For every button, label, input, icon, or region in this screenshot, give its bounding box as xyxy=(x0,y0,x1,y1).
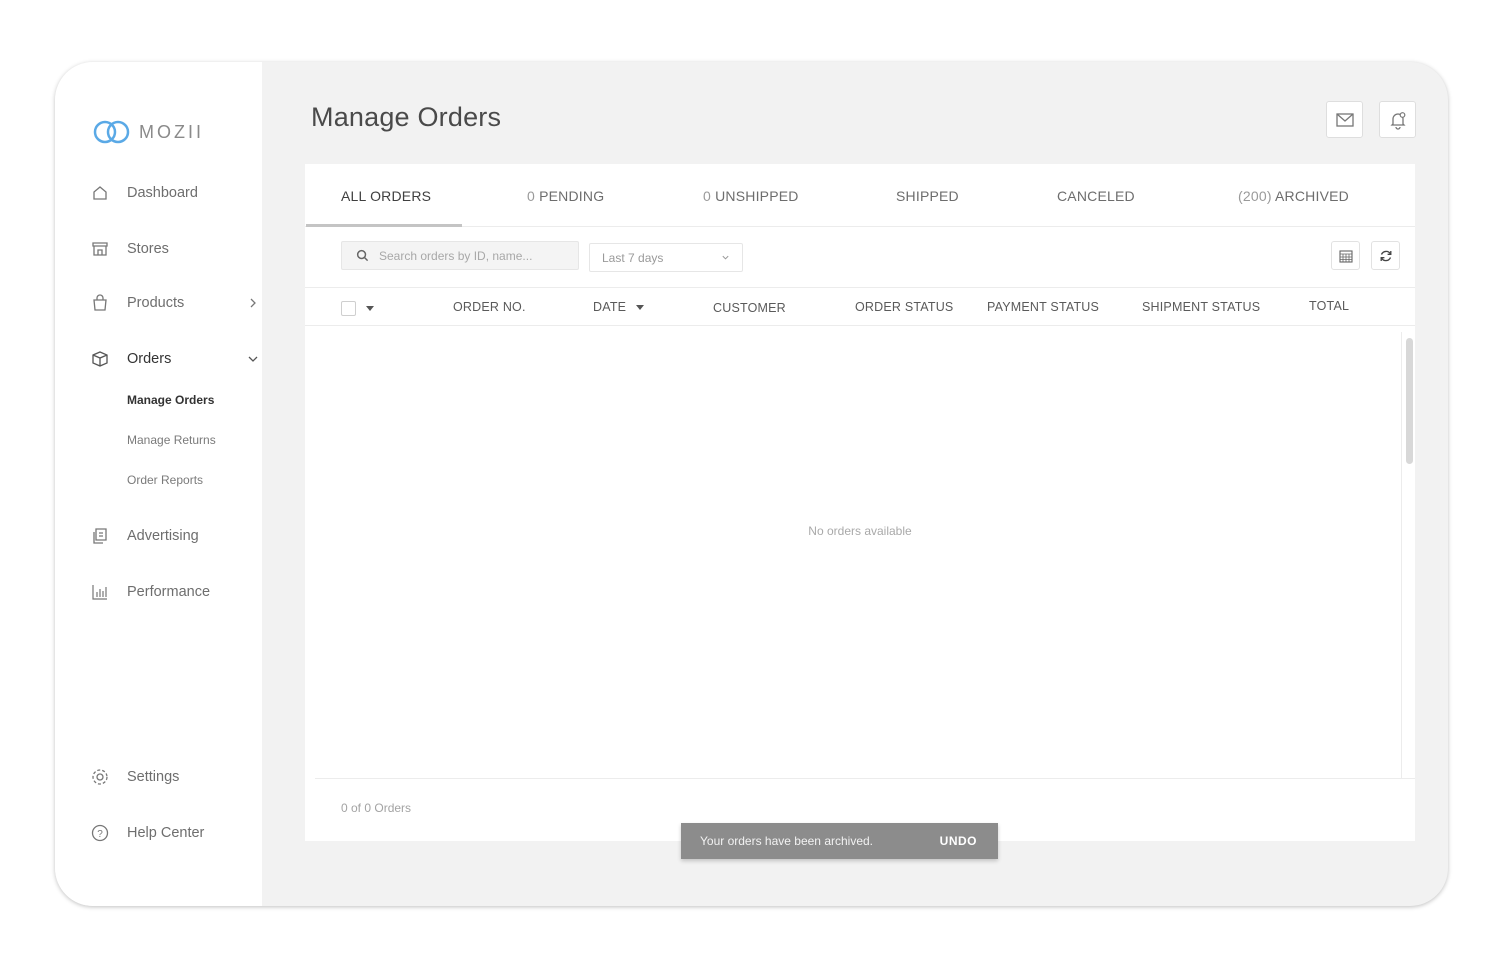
brand-name: MOZII xyxy=(139,121,204,142)
sidebar-item-performance[interactable]: Performance xyxy=(91,580,210,604)
column-order-status[interactable]: ORDER STATUS xyxy=(855,300,953,314)
empty-state-message: No orders available xyxy=(808,524,912,538)
table-header: ORDER NO. DATE CUSTOMER ORDER STATUS PAY… xyxy=(305,287,1415,326)
column-label: DATE xyxy=(593,300,627,314)
svg-text:?: ? xyxy=(97,829,103,840)
divider xyxy=(315,778,1415,779)
bag-icon xyxy=(91,294,109,312)
sidebar-subitem-manage-orders[interactable]: Manage Orders xyxy=(127,393,214,407)
store-icon xyxy=(91,240,109,258)
sidebar-item-label: Help Center xyxy=(127,825,205,841)
chevron-down-icon xyxy=(248,354,258,364)
tab-label: CANCELED xyxy=(1057,188,1135,204)
sidebar-item-products[interactable]: Products xyxy=(91,291,256,315)
column-shipment-status[interactable]: SHIPMENT STATUS xyxy=(1142,300,1260,314)
home-icon xyxy=(91,184,109,202)
bulk-actions-caret-icon[interactable] xyxy=(366,306,374,311)
sidebar-item-label: Settings xyxy=(127,769,180,785)
tab-label: ALL ORDERS xyxy=(341,188,432,204)
sort-desc-icon xyxy=(635,305,644,311)
date-range-value: Last 7 days xyxy=(602,250,664,265)
tab-archived[interactable]: (200) ARCHIVED xyxy=(1238,188,1349,204)
sidebar-item-stores[interactable]: Stores xyxy=(91,237,169,261)
undo-button[interactable]: UNDO xyxy=(940,834,977,848)
order-count: 0 of 0 Orders xyxy=(341,801,412,815)
calendar-icon xyxy=(1338,249,1353,263)
sidebar-item-label: Performance xyxy=(127,584,211,600)
tab-label: SHIPPED xyxy=(896,188,959,204)
date-range-select[interactable]: Last 7 days xyxy=(589,243,743,272)
active-tab-indicator xyxy=(306,224,462,227)
sidebar-item-orders[interactable]: Orders xyxy=(91,347,258,371)
tab-label: ARCHIVED xyxy=(1275,188,1349,204)
sidebar-item-advertising[interactable]: Advertising xyxy=(91,524,199,548)
sidebar-item-label: Orders xyxy=(127,351,172,367)
search-icon xyxy=(356,249,369,262)
select-all-checkbox[interactable] xyxy=(341,301,356,316)
tab-pending[interactable]: 0 PENDING xyxy=(527,188,604,204)
tab-label: PENDING xyxy=(539,188,605,204)
tab-unshipped[interactable]: 0 UNSHIPPED xyxy=(703,188,799,204)
scrollbar-thumb[interactable] xyxy=(1406,338,1413,464)
refresh-button[interactable] xyxy=(1371,241,1400,270)
sidebar: MOZII Dashboard Stores Products Orders M… xyxy=(55,62,262,906)
page-title: Manage Orders xyxy=(311,102,502,132)
archive-toast: Your orders have been archived. UNDO xyxy=(681,823,998,859)
column-total[interactable]: TOTAL xyxy=(1309,299,1349,313)
help-icon: ? xyxy=(91,824,109,842)
orders-panel: ALL ORDERS 0 PENDING 0 UNSHIPPED SHIPPED… xyxy=(305,164,1415,841)
scrollbar[interactable] xyxy=(1401,332,1415,779)
sidebar-subitem-manage-returns[interactable]: Manage Returns xyxy=(127,433,216,447)
box-icon xyxy=(91,350,109,368)
calendar-button[interactable] xyxy=(1331,241,1360,270)
tab-count: 0 xyxy=(527,188,535,204)
sidebar-subitem-order-reports[interactable]: Order Reports xyxy=(127,473,203,487)
toast-message: Your orders have been archived. xyxy=(700,834,874,848)
sidebar-item-help-center[interactable]: ? Help Center xyxy=(91,821,204,845)
sidebar-item-label: Products xyxy=(127,295,185,311)
tab-label: UNSHIPPED xyxy=(715,188,799,204)
column-order-no[interactable]: ORDER NO. xyxy=(453,300,526,314)
tab-count: (200) xyxy=(1238,188,1272,204)
refresh-icon xyxy=(1380,250,1391,261)
sidebar-item-label: Stores xyxy=(127,241,169,257)
column-customer[interactable]: CUSTOMER xyxy=(713,301,786,315)
sidebar-item-label: Dashboard xyxy=(127,185,198,201)
mail-icon xyxy=(1335,112,1354,127)
tab-count: 0 xyxy=(703,188,711,204)
bar-chart-icon xyxy=(91,583,109,601)
sidebar-item-label: Advertising xyxy=(127,528,199,544)
mozii-logo-icon xyxy=(93,120,130,144)
logo[interactable]: MOZII xyxy=(93,119,204,145)
chevron-right-icon xyxy=(248,298,258,308)
copy-icon xyxy=(91,527,109,545)
app-frame: MOZII Dashboard Stores Products Orders M… xyxy=(55,62,1448,906)
notifications-button[interactable] xyxy=(1379,101,1416,138)
order-tabs: ALL ORDERS 0 PENDING 0 UNSHIPPED SHIPPED… xyxy=(305,164,1415,227)
tab-canceled[interactable]: CANCELED xyxy=(1057,188,1135,204)
column-date[interactable]: DATE xyxy=(593,300,644,314)
sidebar-item-dashboard[interactable]: Dashboard xyxy=(91,181,198,205)
tab-all-orders[interactable]: ALL ORDERS xyxy=(341,188,431,204)
tab-shipped[interactable]: SHIPPED xyxy=(896,188,959,204)
sidebar-item-settings[interactable]: Settings xyxy=(91,765,179,789)
column-payment-status[interactable]: PAYMENT STATUS xyxy=(987,300,1099,314)
search-input[interactable] xyxy=(379,248,569,263)
gear-icon xyxy=(91,768,109,786)
bell-icon xyxy=(1389,111,1406,130)
messages-button[interactable] xyxy=(1326,101,1363,138)
chevron-down-icon xyxy=(722,255,729,260)
order-search xyxy=(341,241,579,270)
